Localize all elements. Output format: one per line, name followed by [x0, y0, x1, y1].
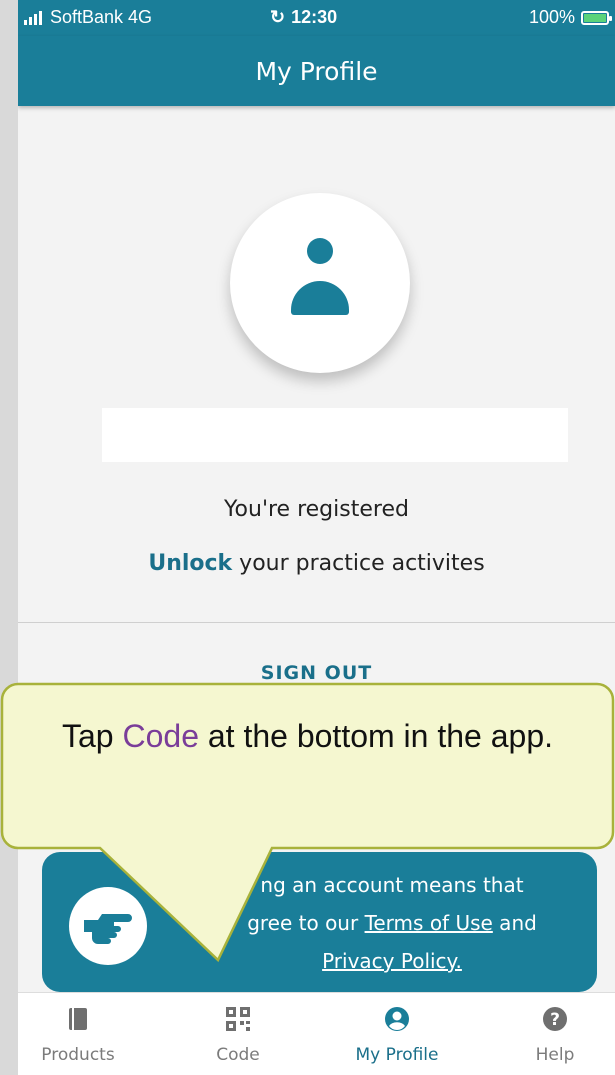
tab-my-profile-label: My Profile: [355, 1045, 439, 1065]
battery-icon: [581, 10, 612, 25]
user-name-field: [102, 408, 568, 462]
callout-prefix: Tap: [62, 718, 123, 754]
divider: [18, 622, 615, 623]
unlock-rest-text: your practice activites: [232, 551, 485, 576]
sign-out-button[interactable]: SIGN OUT: [18, 662, 615, 684]
bottom-tab-bar: Products Code My Profile ? Help: [18, 992, 615, 1075]
page-title: My Profile: [18, 36, 615, 106]
book-icon: [69, 1008, 87, 1030]
tab-code-label: Code: [216, 1045, 260, 1065]
unlock-link[interactable]: Unlock: [148, 551, 232, 576]
carrier-label: SoftBank 4G: [50, 7, 153, 27]
signal-icon: [24, 10, 42, 25]
user-circle-icon: [385, 1007, 409, 1031]
unlock-line: Unlock your practice activites: [18, 551, 615, 576]
callout-text: Tap Code at the bottom in the app.: [0, 718, 615, 755]
tab-help-label: Help: [535, 1045, 575, 1065]
help-icon: ?: [543, 1007, 567, 1031]
tab-help[interactable]: ? Help: [495, 993, 615, 1075]
tab-my-profile[interactable]: My Profile: [337, 993, 457, 1075]
tab-products-label: Products: [41, 1045, 115, 1065]
registered-status: You're registered: [224, 497, 409, 522]
instruction-callout: [0, 682, 615, 963]
rotation-lock-icon: ↻: [270, 7, 286, 27]
qr-code-icon: [226, 1007, 250, 1031]
tab-products[interactable]: Products: [18, 993, 138, 1075]
callout-suffix: at the bottom in the app.: [198, 718, 553, 754]
avatar[interactable]: [230, 193, 410, 373]
clock: 12:30: [291, 7, 338, 27]
user-body-icon: [291, 281, 349, 315]
status-bar: SoftBank 4G ↻ 12:30 100%: [18, 0, 615, 36]
tab-code[interactable]: Code: [178, 993, 298, 1075]
callout-code-highlight: Code: [122, 718, 199, 754]
battery-label: 100%: [528, 7, 575, 27]
user-head-icon: [307, 238, 333, 264]
svg-text:?: ?: [550, 1010, 560, 1030]
